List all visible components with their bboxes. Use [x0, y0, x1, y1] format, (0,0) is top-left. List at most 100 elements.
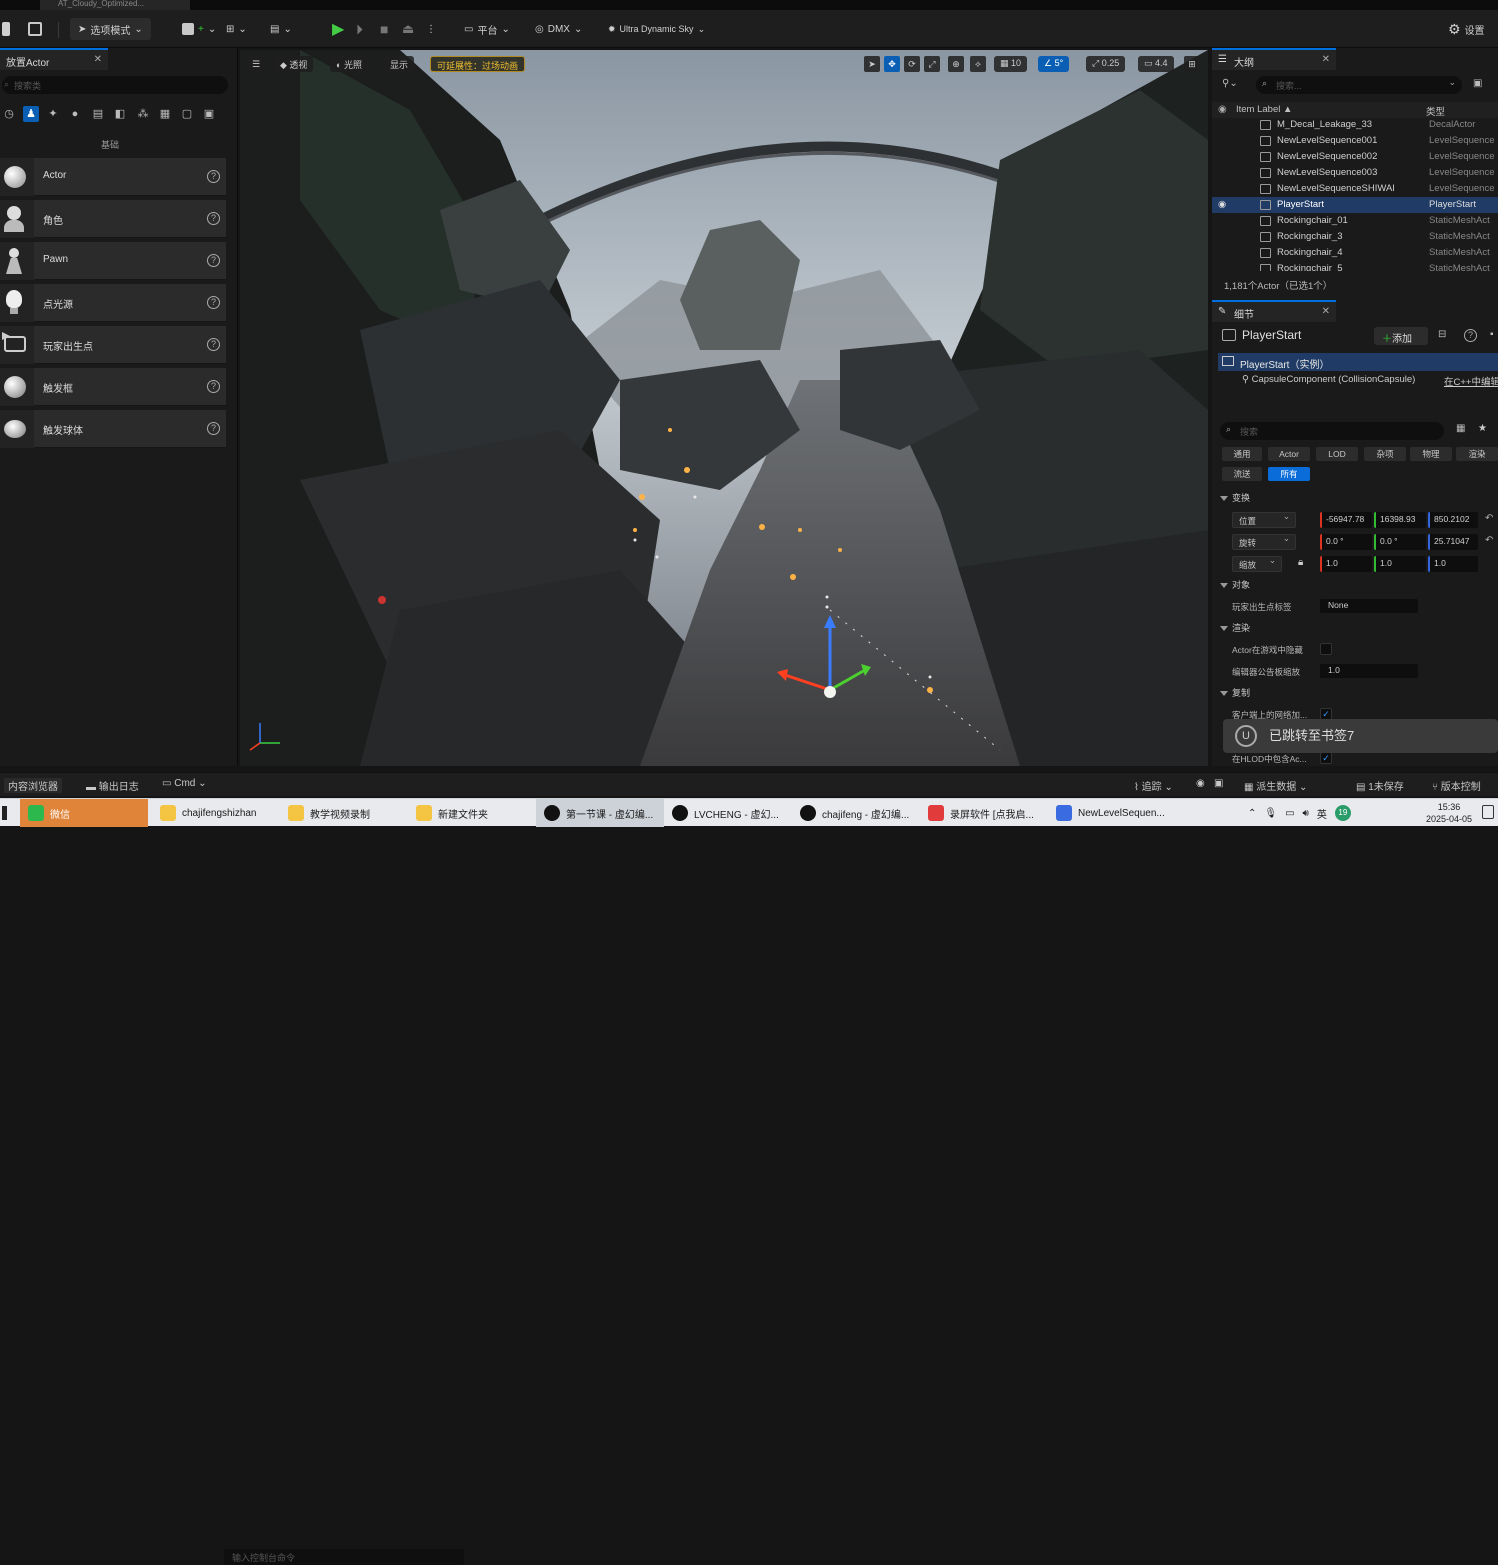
scale-dropdown[interactable]: 缩放 — [1232, 555, 1282, 572]
notifications-icon[interactable] — [1482, 805, 1494, 819]
col-type[interactable]: 类型 — [1426, 104, 1445, 118]
actor-item-actor[interactable]: Actor ? — [0, 158, 226, 196]
outliner-row[interactable]: Rockingchair_4 StaticMeshAct — [1212, 245, 1498, 261]
filter-streaming[interactable]: 流送 — [1222, 467, 1262, 481]
location-z-field[interactable]: 850.2102 — [1428, 512, 1478, 528]
close-icon[interactable]: ✕ — [94, 54, 102, 65]
eye-icon[interactable]: ◉ — [1218, 199, 1226, 210]
selection-mode-dropdown[interactable]: ➤ 选项模式 ⌄ — [70, 18, 151, 40]
derived-data-dropdown[interactable]: ▦ 派生数据 ⌄ — [1244, 778, 1307, 793]
outliner-row[interactable]: M_Decal_Leakage_33 DecalActor — [1212, 117, 1498, 133]
start-icon[interactable] — [0, 799, 20, 827]
taskbar-item-folder[interactable]: 教学视频录制 — [280, 799, 408, 827]
edit-in-cpp-link[interactable]: 在C++中编辑 — [1444, 374, 1498, 388]
filter-rendering[interactable]: 渲染 — [1456, 447, 1498, 461]
outliner-tab[interactable]: ☰ 大纲 ✕ — [1212, 48, 1336, 70]
component-row[interactable]: ⚲ CapsuleComponent (CollisionCapsule) — [1242, 374, 1415, 385]
details-search-input[interactable]: ⌕ 搜索 — [1220, 422, 1444, 440]
help-icon[interactable]: ? — [207, 212, 220, 225]
lighting-button[interactable]: ◐ 光照 — [330, 56, 368, 72]
table-view-icon[interactable]: ▦ — [1456, 423, 1465, 434]
hlod-checkbox[interactable]: ✓ — [1320, 752, 1332, 764]
level-viewport[interactable]: ☰ ◆ 透视 ◐ 光照 显示 可延展性：过场动画 ➤ ✥ ⟳ ⤢ ⊕ ⟡ ▦ 1… — [240, 50, 1208, 766]
scale-z-field[interactable]: 1.0 — [1428, 556, 1478, 572]
close-icon[interactable]: ✕ — [1322, 306, 1330, 317]
trace-dropdown[interactable]: ⌇ 追踪 ⌄ — [1134, 778, 1173, 793]
settings-dropdown[interactable]: ⚙ 设置 — [1448, 18, 1485, 40]
cmd-dropdown[interactable]: ▭ Cmd ⌄ — [162, 778, 207, 789]
instance-row[interactable]: PlayerStart（实例） — [1218, 353, 1498, 371]
section-rendering[interactable]: 渲染 — [1212, 620, 1498, 636]
help-icon[interactable]: ? — [207, 380, 220, 393]
volumes-icon[interactable]: ⁂ — [135, 106, 151, 122]
player-start-tag-field[interactable]: None — [1320, 599, 1418, 613]
actor-item-trigger-sphere[interactable]: 触发球体 ? — [0, 410, 226, 448]
play-button[interactable]: ▶ — [332, 18, 344, 40]
outliner-row[interactable]: Rockingchair_3 StaticMeshAct — [1212, 229, 1498, 245]
rotation-z-field[interactable]: 25.71047 — [1428, 534, 1478, 550]
help-icon[interactable]: ? — [207, 338, 220, 351]
output-log-button[interactable]: ▬ 输出日志 — [86, 778, 139, 793]
rotation-y-field[interactable]: 0.0 ° — [1374, 534, 1426, 550]
section-replication[interactable]: 复制 — [1212, 685, 1498, 701]
add-actor-button[interactable]: + ⌄ — [182, 18, 216, 40]
billboard-scale-field[interactable]: 1.0 — [1320, 664, 1418, 678]
help-icon[interactable]: ? — [207, 170, 220, 183]
select-mode-icon[interactable]: ➤ — [864, 56, 880, 72]
platforms-dropdown[interactable]: ▭ 平台 ⌄ — [464, 18, 510, 40]
blueprint-icon[interactable]: ⊟ — [1438, 329, 1446, 340]
blueprint-button[interactable]: ⊞ ⌄ — [226, 18, 247, 40]
lock-icon[interactable]: 🔒︎ — [1298, 557, 1303, 568]
actor-item-character[interactable]: 角色 ? — [0, 200, 226, 238]
camera-speed-button[interactable]: ▭ 4.4 — [1138, 56, 1174, 72]
eject-button[interactable]: ⏏ — [402, 18, 414, 40]
help-icon[interactable]: ? — [207, 296, 220, 309]
filter-misc[interactable]: 杂项 — [1364, 447, 1406, 461]
step-button[interactable]: ⏵ — [356, 18, 363, 40]
scale-icon[interactable]: ⤢ — [924, 56, 940, 72]
console-input[interactable]: 输入控制台命令 — [224, 1549, 464, 1565]
location-y-field[interactable]: 16398.93 — [1374, 512, 1426, 528]
outliner-row[interactable]: NewLevelSequenceSHIWAI LevelSequence — [1212, 181, 1498, 197]
stop-button[interactable]: ■ — [380, 18, 388, 40]
location-x-field[interactable]: -56947.78 — [1320, 512, 1372, 528]
rotate-icon[interactable]: ⟳ — [904, 56, 920, 72]
more-icon[interactable]: ▪ — [1490, 329, 1494, 340]
translate-icon[interactable]: ✥ — [884, 56, 900, 72]
level-tab[interactable]: AT_Cloudy_Optimized... — [40, 0, 190, 10]
scale-x-field[interactable]: 1.0 — [1320, 556, 1372, 572]
dmx-dropdown[interactable]: ◎ DMX ⌄ — [535, 18, 582, 40]
filter-lod[interactable]: LOD — [1316, 447, 1358, 461]
actor-item-player-start[interactable]: 玩家出生点 ? — [0, 326, 226, 364]
lights-icon[interactable]: ✦ — [45, 106, 61, 122]
section-object[interactable]: 对象 — [1212, 577, 1498, 593]
help-icon[interactable]: ? — [1464, 329, 1477, 342]
outliner-row[interactable]: NewLevelSequence001 LevelSequence — [1212, 133, 1498, 149]
recent-icon[interactable]: ◷ — [1, 106, 17, 122]
basic-icon[interactable]: ♟ — [23, 106, 39, 122]
viewport-layout-icon[interactable]: ⊞ — [1184, 56, 1200, 72]
details-tab[interactable]: ✎ 细节 ✕ — [1212, 300, 1336, 322]
content-browser-button[interactable]: 内容浏览器 — [4, 778, 62, 793]
star-icon[interactable]: ★ — [1478, 423, 1487, 434]
filter-icon[interactable]: ⚲⌄ — [1222, 78, 1238, 89]
perspective-button[interactable]: ◆ 透视 — [274, 56, 314, 72]
cinematics-button[interactable]: ▤ ⌄ — [270, 18, 292, 40]
help-icon[interactable]: ? — [207, 254, 220, 267]
version-control-dropdown[interactable]: ⑂ 版本控制 — [1432, 778, 1481, 793]
location-dropdown[interactable]: 位置 — [1232, 511, 1296, 528]
play-options-icon[interactable]: ⋮ — [426, 18, 436, 40]
filter-all[interactable]: 所有 — [1268, 467, 1310, 481]
scale-y-field[interactable]: 1.0 — [1374, 556, 1426, 572]
col-item-label[interactable]: Item Label ▲ — [1236, 104, 1292, 115]
surface-snap-icon[interactable]: ⟡ — [970, 56, 986, 72]
angle-snap-button[interactable]: ∠ 5° — [1038, 56, 1070, 72]
taskbar-item-unreal[interactable]: 第一节课 - 虚幻编... — [536, 799, 664, 827]
rotation-x-field[interactable]: 0.0 ° — [1320, 534, 1372, 550]
actor-item-pawn[interactable]: Pawn ? — [0, 242, 226, 280]
close-icon[interactable]: ✕ — [1322, 54, 1330, 65]
filter-general[interactable]: 通用 — [1222, 447, 1262, 461]
actor-item-point-light[interactable]: 点光源 ? — [0, 284, 226, 322]
filter-physics[interactable]: 物理 — [1410, 447, 1452, 461]
record-icon[interactable]: ◉ — [1196, 778, 1205, 789]
